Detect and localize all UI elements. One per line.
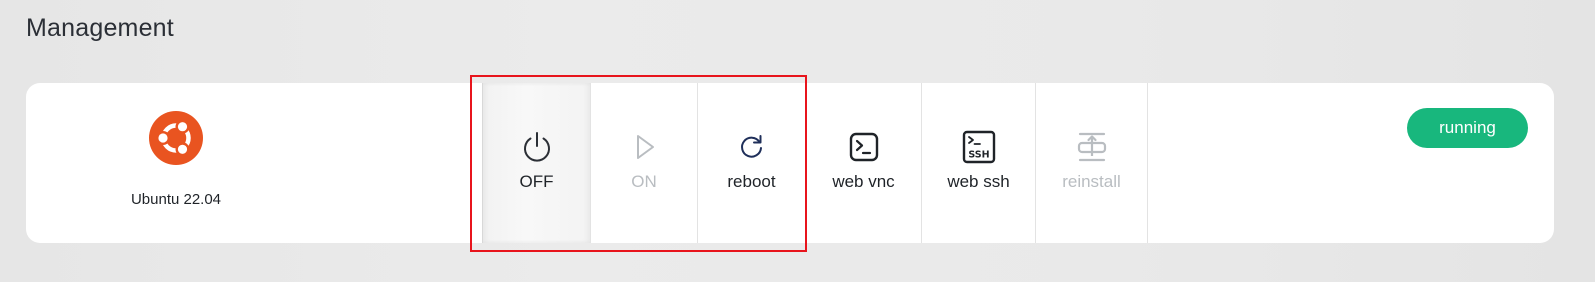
power-off-button[interactable]: OFF	[482, 83, 590, 243]
web-vnc-button[interactable]: web vnc	[805, 83, 921, 243]
ubuntu-logo-icon	[149, 111, 203, 165]
play-icon	[637, 135, 654, 159]
reboot-label: reboot	[727, 172, 776, 191]
action-toolbar: OFF ON reboot web vnc SSH web ssh reinst…	[482, 83, 1148, 243]
power-off-label: OFF	[519, 172, 554, 191]
svg-text:SSH: SSH	[968, 150, 989, 161]
section-title: Management	[26, 14, 174, 42]
refresh-icon	[740, 135, 762, 158]
terminal-icon	[849, 132, 878, 162]
ssh-icon: SSH	[962, 130, 995, 164]
reboot-button[interactable]: reboot	[697, 83, 805, 243]
os-info: Ubuntu 22.04	[86, 111, 266, 221]
power-on-button[interactable]: ON	[590, 83, 697, 243]
web-ssh-button[interactable]: SSH web ssh	[921, 83, 1035, 243]
reinstall-button[interactable]: reinstall	[1035, 83, 1148, 243]
status-badge: running	[1407, 108, 1528, 148]
power-icon	[523, 132, 550, 162]
reinstall-icon	[1077, 132, 1106, 162]
server-management-card: Ubuntu 22.04 OFF ON reboot web vnc SSH w…	[26, 83, 1554, 243]
reinstall-label: reinstall	[1062, 172, 1121, 191]
os-name: Ubuntu 22.04	[130, 191, 222, 208]
web-ssh-label: web ssh	[947, 172, 1010, 191]
power-on-label: ON	[631, 172, 657, 191]
web-vnc-label: web vnc	[832, 172, 895, 191]
